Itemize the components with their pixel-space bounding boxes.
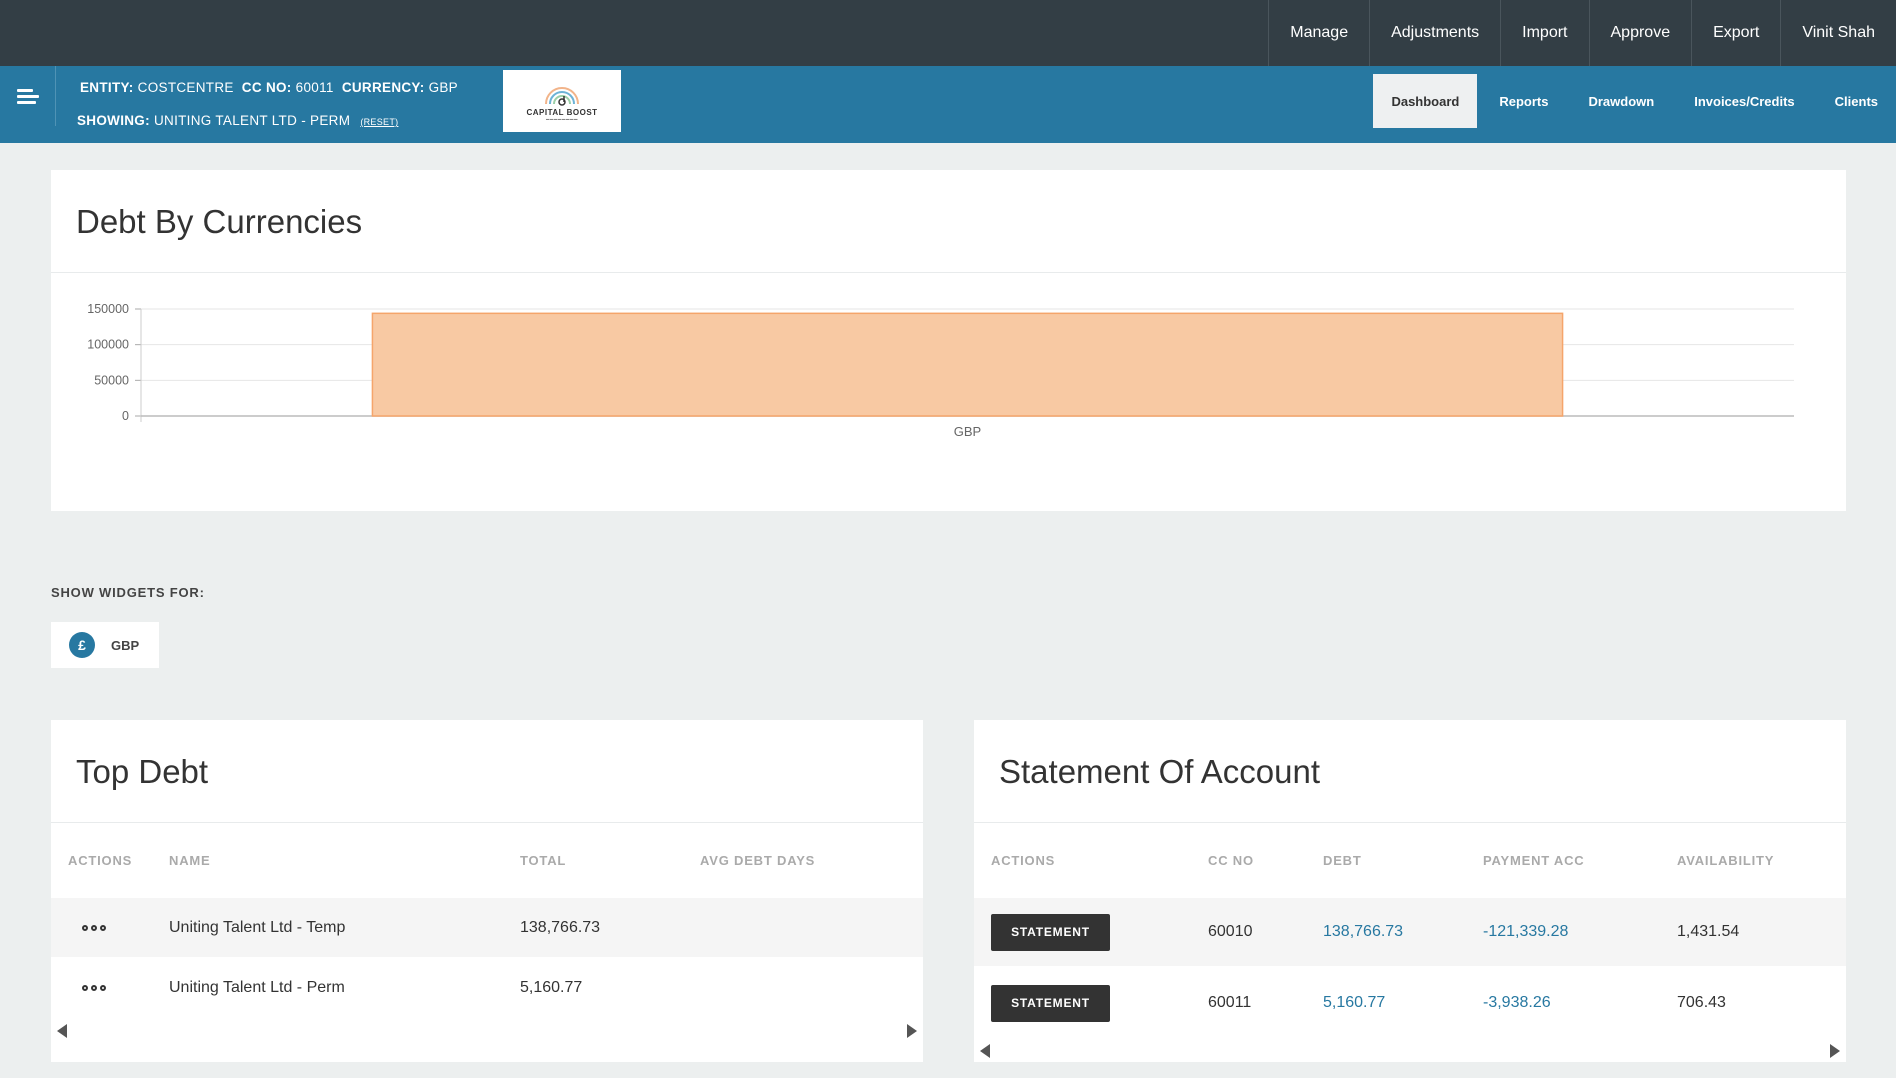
showing-info: SHOWING: UNITING TALENT LTD - PERM (RESE…	[77, 113, 398, 128]
top-nav: Manage Adjustments Import Approve Export…	[1268, 0, 1896, 66]
client-name: Uniting Talent Ltd - Perm	[169, 979, 345, 996]
column-header[interactable]: AVG DEBT DAYS	[700, 824, 815, 898]
widgets-label: SHOW WIDGETS FOR:	[51, 585, 205, 600]
panel-title: Top Debt	[51, 720, 923, 823]
nav-import[interactable]: Import	[1500, 0, 1588, 66]
row-actions-button[interactable]	[82, 957, 106, 1019]
column-header[interactable]: PAYMENT ACC	[1483, 824, 1585, 898]
table-row: STATEMENT 60010 138,766.73 -121,339.28 1…	[974, 898, 1846, 966]
debt-by-currencies-panel: Debt By Currencies 0 50000 100000 150000 GBP	[51, 170, 1846, 511]
main-tabs: Dashboard Reports Drawdown Invoices/Cred…	[1369, 74, 1896, 128]
more-icon	[82, 985, 106, 991]
hamburger-icon	[16, 86, 39, 107]
showing-value: UNITING TALENT LTD - PERM	[153, 113, 351, 128]
currency-label: CURRENCY:	[341, 80, 425, 95]
currency-widget-label: GBP	[111, 637, 140, 653]
column-header[interactable]: CC NO	[1208, 824, 1254, 898]
more-icon	[82, 924, 106, 931]
statement-button[interactable]: STATEMENT	[991, 984, 1110, 1022]
row-actions: STATEMENT	[991, 966, 1110, 1040]
capital-boost-logo-icon	[545, 86, 579, 106]
horizontal-scrollbar[interactable]	[974, 1040, 1846, 1060]
showing-label: SHOWING:	[77, 113, 150, 128]
context-bar: ENTITY: COSTCENTRE CC NO: 60011 CURRENCY…	[0, 66, 1896, 143]
logo-tagline: ▬▬▬▬▬▬▬▬	[546, 116, 578, 121]
statement-of-account-panel: Statement Of Account ACTIONS CC NO DEBT …	[974, 720, 1846, 1062]
user-menu[interactable]: Vinit Shah	[1780, 0, 1896, 66]
reset-link[interactable]: (RESET)	[360, 117, 398, 127]
scroll-right-icon[interactable]	[1830, 1044, 1840, 1058]
cc-label: CC NO:	[241, 80, 292, 95]
column-header[interactable]: AVAILABILITY	[1677, 824, 1774, 898]
row-actions: STATEMENT	[991, 898, 1110, 966]
entity-info: ENTITY: COSTCENTRE CC NO: 60011 CURRENCY…	[80, 80, 458, 95]
entity-value: COSTCENTRE	[137, 80, 234, 95]
tab-clients[interactable]: Clients	[1817, 74, 1896, 128]
statement-button[interactable]: STATEMENT	[991, 913, 1110, 951]
nav-export[interactable]: Export	[1691, 0, 1780, 66]
debt-link[interactable]: 138,766.73	[1323, 898, 1403, 966]
table-header: ACTIONS CC NO DEBT PAYMENT ACC AVAILABIL…	[974, 824, 1846, 898]
column-header[interactable]: ACTIONS	[68, 824, 132, 898]
table-header: ACTIONS NAME TOTAL AVG DEBT DAYS	[51, 824, 923, 898]
table-row: STATEMENT 60011 5,160.77 -3,938.26 706.4…	[974, 966, 1846, 1040]
logo-text: CAPITAL BOOST	[526, 107, 598, 117]
debt-chart: 0 50000 100000 150000 GBP	[87, 302, 1794, 439]
table-row: Uniting Talent Ltd - Perm 5,160.77	[51, 957, 923, 1019]
menu-toggle-button[interactable]	[0, 66, 56, 126]
horizontal-scrollbar[interactable]	[51, 1020, 923, 1040]
currency-value: GBP	[428, 80, 458, 95]
panel-title: Debt By Currencies	[51, 170, 1846, 273]
debt-link[interactable]: 5,160.77	[1323, 966, 1385, 1040]
column-header[interactable]: DEBT	[1323, 824, 1362, 898]
tab-dashboard[interactable]: Dashboard	[1373, 74, 1478, 128]
client-name: Uniting Talent Ltd - Temp	[169, 918, 346, 936]
tab-invoices-credits[interactable]: Invoices/Credits	[1676, 74, 1812, 128]
company-logo: CAPITAL BOOST ▬▬▬▬▬▬▬▬	[503, 70, 621, 132]
top-debt-panel: Top Debt ACTIONS NAME TOTAL AVG DEBT DAY…	[51, 720, 923, 1062]
nav-adjustments[interactable]: Adjustments	[1369, 0, 1500, 66]
panel-title: Statement Of Account	[974, 720, 1846, 823]
y-tick-label: 100000	[87, 338, 129, 352]
row-actions-button[interactable]	[82, 898, 106, 957]
scroll-left-icon[interactable]	[57, 1024, 67, 1038]
y-tick-label: 50000	[94, 373, 129, 387]
total-value: 5,160.77	[520, 979, 583, 996]
entity-label: ENTITY:	[80, 80, 134, 95]
x-tick-label: GBP	[954, 424, 981, 439]
y-tick-label: 150000	[87, 302, 129, 316]
chart-bar	[371, 312, 1564, 417]
y-tick-label: 0	[122, 409, 129, 423]
tab-reports[interactable]: Reports	[1481, 74, 1566, 128]
column-header[interactable]: NAME	[169, 824, 210, 898]
availability-value: 706.43	[1677, 994, 1726, 1011]
table-row: Uniting Talent Ltd - Temp 138,766.73	[51, 898, 923, 957]
payment-acc-link[interactable]: -121,339.28	[1483, 898, 1568, 966]
total-value: 138,766.73	[520, 918, 601, 936]
column-header[interactable]: TOTAL	[520, 824, 566, 898]
pound-icon: £	[69, 632, 95, 658]
cc-value: 60011	[295, 80, 334, 95]
column-header[interactable]: ACTIONS	[991, 824, 1055, 898]
scroll-right-icon[interactable]	[907, 1024, 917, 1038]
cc-no: 60010	[1208, 923, 1253, 940]
top-bar: Manage Adjustments Import Approve Export…	[0, 0, 1896, 66]
payment-acc-link[interactable]: -3,938.26	[1483, 966, 1551, 1040]
cc-no: 60011	[1208, 994, 1252, 1011]
scroll-left-icon[interactable]	[980, 1044, 990, 1058]
tab-drawdown[interactable]: Drawdown	[1570, 74, 1672, 128]
currency-widget-gbp[interactable]: £ GBP	[51, 622, 159, 668]
nav-manage[interactable]: Manage	[1268, 0, 1369, 66]
availability-value: 1,431.54	[1677, 923, 1740, 940]
nav-approve[interactable]: Approve	[1588, 0, 1692, 66]
